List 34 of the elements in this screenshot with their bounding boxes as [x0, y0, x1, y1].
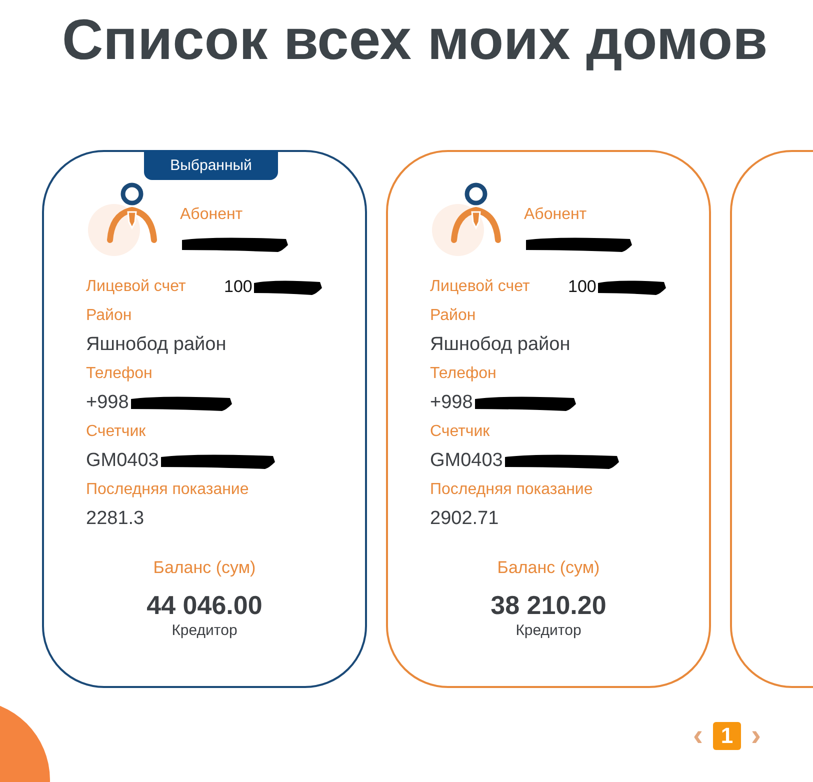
balance-label: Баланс (сум) — [497, 557, 600, 579]
field-label: Телефон — [430, 364, 496, 384]
field-label: Абонент — [524, 205, 588, 225]
selected-badge: Выбранный — [144, 150, 278, 180]
balance-status: Кредитор — [516, 622, 582, 639]
field-value: Яшнобод район — [86, 333, 226, 357]
field-value: Яшнобод район — [430, 333, 570, 357]
field-value: 100 — [224, 276, 252, 298]
field-value: 100 — [568, 276, 596, 298]
field-label: Абонент — [180, 205, 244, 225]
field-label: Последняя показание — [86, 480, 249, 500]
field-value: GM0403 — [430, 449, 503, 473]
field-label: Район — [86, 306, 132, 326]
balance-status: Кредитор — [172, 622, 238, 639]
house-card[interactable]: Абонент Лицевой счет 100 Район Яшнобод район Телефон +998 Счетчик GM0403 Последняя показание 2902.71 Баланс (сум) 38 210.20 Кредитор — [386, 150, 711, 688]
field-label: Телефон — [86, 364, 152, 384]
field-value: 2281.3 — [86, 507, 144, 531]
field-value: +998 — [86, 391, 129, 415]
page-button[interactable]: 1 — [713, 722, 741, 750]
field-label: Счетчик — [86, 422, 146, 442]
page-title: Список всех моих домов — [61, 7, 769, 72]
field-label: Последняя показание — [430, 480, 593, 500]
field-label: Счетчик — [430, 422, 490, 442]
field-value: 2902.71 — [430, 507, 499, 531]
field-value: GM0403 — [86, 449, 159, 473]
next-page-button[interactable]: › — [751, 723, 761, 749]
previous-page-button[interactable]: ‹ — [693, 723, 703, 749]
balance-amount: 44 046.00 — [146, 589, 262, 622]
field-label: Лицевой счет — [86, 277, 187, 297]
balance-label: Баланс (сум) — [153, 557, 256, 579]
field-label: Район — [430, 306, 476, 326]
field-value: +998 — [430, 391, 473, 415]
field-label: Лицевой счет — [430, 277, 531, 297]
balance-amount: 38 210.20 — [490, 589, 606, 622]
